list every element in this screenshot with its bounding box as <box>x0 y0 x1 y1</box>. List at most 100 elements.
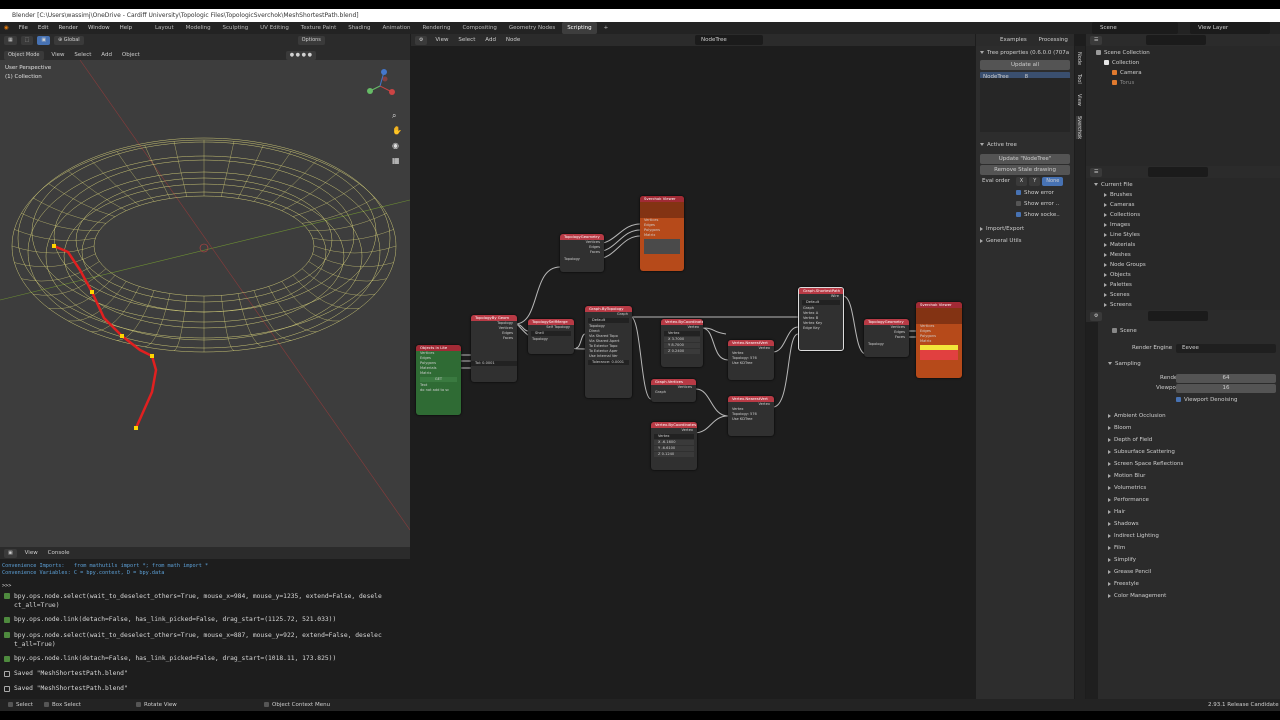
node-topology-geometry-2[interactable]: TopologyGeometry Vertices Edges Faces To… <box>864 319 909 357</box>
node-vertex-nearest-2[interactable]: Vertex.NearestVert Vertex Vertex Topolog… <box>728 396 774 436</box>
panel-film[interactable]: Film <box>1104 542 1183 554</box>
active-tree-header[interactable]: Active tree <box>976 140 1074 150</box>
node-viewer-color-swatches[interactable] <box>920 345 958 360</box>
blender-logo-icon[interactable]: ◉ <box>0 22 13 34</box>
update-tree-button[interactable]: Update "NodeTree" <box>980 154 1070 164</box>
data-item-meshes[interactable]: Meshes <box>1100 250 1146 260</box>
current-file-item[interactable]: Current File <box>1090 180 1133 190</box>
tab-layout[interactable]: Layout <box>150 22 179 34</box>
node-dropdown[interactable]: Vertex <box>654 434 694 439</box>
menu-file[interactable]: File <box>15 22 32 34</box>
node-topology-by-geometry[interactable]: TopologyBy Geom Topology Vertices Edges … <box>471 315 517 382</box>
tab-rendering[interactable]: Rendering <box>417 22 455 34</box>
node-field[interactable]: Tol: 0.0001 <box>471 361 517 366</box>
panel-freestyle[interactable]: Freestyle <box>1104 578 1183 590</box>
data-item-objects[interactable]: Objects <box>1100 270 1146 280</box>
node-vertex-nearest-1[interactable]: Vertex.NearestVert Vertex Vertex Topolog… <box>728 340 774 380</box>
node-vertex-by-coordinates-1[interactable]: Vertex.ByCoordinates Vertex Vertex X 3.7… <box>661 319 703 367</box>
data-item-brushes[interactable]: Brushes <box>1100 190 1146 200</box>
select-mode-icon[interactable]: ▣ <box>37 36 51 45</box>
show-socket-checkbox[interactable]: Show socke.. <box>1016 210 1060 221</box>
panel-motion-blur[interactable]: Motion Blur <box>1104 470 1183 482</box>
panel-subsurface-scattering[interactable]: Subsurface Scattering <box>1104 446 1183 458</box>
eval-none-button[interactable]: None <box>1042 177 1064 186</box>
node-checkbox[interactable]: Use KDTree <box>728 417 774 422</box>
update-all-button[interactable]: Update all <box>980 60 1070 70</box>
sidebar-tab-node[interactable]: Node <box>1076 52 1082 65</box>
data-item-line-styles[interactable]: Line Styles <box>1100 230 1146 240</box>
node-viewer-draw-top[interactable]: Sverchok Viewer Vertices Edges Polygons … <box>640 196 684 271</box>
node-dropdown[interactable]: Default <box>802 300 840 305</box>
sidebar-tab-view[interactable]: View <box>1076 94 1082 106</box>
tab-texture-paint[interactable]: Texture Paint <box>296 22 342 34</box>
panel-screen-space-reflections[interactable]: Screen Space Reflections <box>1104 458 1183 470</box>
transform-orientation[interactable]: ⊕ Global <box>53 36 84 45</box>
node-checkbox[interactable]: Use KDTree <box>728 361 774 366</box>
outliner-item-collection[interactable]: Collection <box>1100 58 1139 68</box>
sampling-panel-header[interactable]: Sampling <box>1104 359 1141 369</box>
properties-editor-icon[interactable]: ⚙ <box>1090 312 1103 321</box>
panel-color-management[interactable]: Color Management <box>1104 590 1183 602</box>
menu-edit[interactable]: Edit <box>34 22 53 34</box>
node-field[interactable]: Y 8.7000 <box>664 343 700 348</box>
node-topology-self-merge[interactable]: TopologySelfMerge Self Topology Shell To… <box>528 319 574 354</box>
tab-sculpting[interactable]: Sculpting <box>218 22 254 34</box>
outliner-editor-icon[interactable]: ☰ <box>1090 36 1103 45</box>
panel-volumetrics[interactable]: Volumetrics <box>1104 482 1183 494</box>
console-editor-type-icon[interactable]: ▣ <box>4 549 17 558</box>
data-api-outliner[interactable]: ☰ Current File Brushes Cameras Collections… <box>1086 166 1280 310</box>
node-editor[interactable]: ⚙ View Select Add Node NodeTree Objects … <box>411 34 975 699</box>
node-viewer-controls[interactable] <box>916 308 962 324</box>
view-layer-selector[interactable]: View Layer <box>1190 22 1270 34</box>
viewport-3d[interactable]: ▦ ⬚ ▣ ⊕ Global Options Object Mode View … <box>0 34 410 547</box>
tab-uv-editing[interactable]: UV Editing <box>255 22 294 34</box>
node-objects-in-lite[interactable]: Objects in Lite Vertices Edges Polygons … <box>416 345 461 415</box>
remove-stale-button[interactable]: Remove Stale drawing <box>980 165 1070 175</box>
menu-help[interactable]: Help <box>116 22 137 34</box>
select-tool-icon[interactable]: ⬚ <box>20 36 34 45</box>
node-field[interactable]: X 3.7000 <box>664 337 700 342</box>
data-item-palettes[interactable]: Palettes <box>1100 280 1146 290</box>
render-engine-dropdown[interactable]: Eevee <box>1176 344 1276 353</box>
eval-x-button[interactable]: X <box>1015 177 1028 186</box>
menu-window[interactable]: Window <box>84 22 114 34</box>
panel-simplify[interactable]: Simplify <box>1104 554 1183 566</box>
panel-performance[interactable]: Performance <box>1104 494 1183 506</box>
properties-search-input[interactable] <box>1148 311 1208 321</box>
examples-button[interactable]: Examples <box>1000 37 1027 43</box>
data-item-collections[interactable]: Collections <box>1100 210 1146 220</box>
data-item-cameras[interactable]: Cameras <box>1100 200 1146 210</box>
options-dropdown[interactable]: Options <box>297 36 325 45</box>
import-export-header[interactable]: Import/Export <box>976 224 1074 234</box>
outliner-item-torus[interactable]: Torus <box>1108 78 1134 88</box>
object-mode-dropdown[interactable]: Object Mode <box>4 51 44 60</box>
panel-depth-of-field[interactable]: Depth of Field <box>1104 434 1183 446</box>
outliner-scene-collection[interactable]: Scene Collection <box>1092 48 1150 58</box>
console-menu-view[interactable]: View <box>21 547 42 559</box>
console-menu-console[interactable]: Console <box>44 547 74 559</box>
node-field[interactable]: Y -6.6100 <box>654 446 694 451</box>
editor-type-icon[interactable]: ▦ <box>4 36 17 45</box>
tab-modeling[interactable]: Modeling <box>181 22 216 34</box>
node-checkbox[interactable]: Use Internal Ver <box>585 354 632 359</box>
properties-editor[interactable]: ⚙ Scene Render Engine Eevee Sampling Ren… <box>1086 310 1280 699</box>
node-graph-shortest-path[interactable]: Graph.ShortestPath Wire Default Graph Ve… <box>798 287 844 351</box>
outliner-search-input[interactable] <box>1146 35 1206 45</box>
shading-solid-icon[interactable]: ● ● ● ● <box>285 51 316 60</box>
node-viewer-color-swatches[interactable] <box>644 239 680 254</box>
panel-grease-pencil[interactable]: Grease Pencil <box>1104 566 1183 578</box>
tab-geometry-nodes[interactable]: Geometry Nodes <box>504 22 560 34</box>
outliner[interactable]: ☰ Scene Collection Collection Camera Tor… <box>1086 34 1280 166</box>
general-utils-header[interactable]: General Utils <box>976 236 1074 246</box>
tab-animation[interactable]: Animation <box>377 22 415 34</box>
viewport-denoising-checkbox[interactable]: Viewport Denoising <box>1176 397 1237 403</box>
node-dropdown[interactable]: Shell <box>531 331 571 336</box>
render-samples-field[interactable]: 64 <box>1176 374 1276 383</box>
node-field[interactable]: Edge Key <box>799 326 843 331</box>
data-item-node-groups[interactable]: Node Groups <box>1100 260 1146 270</box>
data-item-scenes[interactable]: Scenes <box>1100 290 1146 300</box>
viewport-samples-field[interactable]: 16 <box>1176 384 1276 393</box>
eval-y-button[interactable]: Y <box>1029 177 1041 186</box>
data-item-screens[interactable]: Screens <box>1100 300 1146 310</box>
node-graph-by-topology[interactable]: Graph.ByTopology Graph Default Topology … <box>585 306 632 398</box>
